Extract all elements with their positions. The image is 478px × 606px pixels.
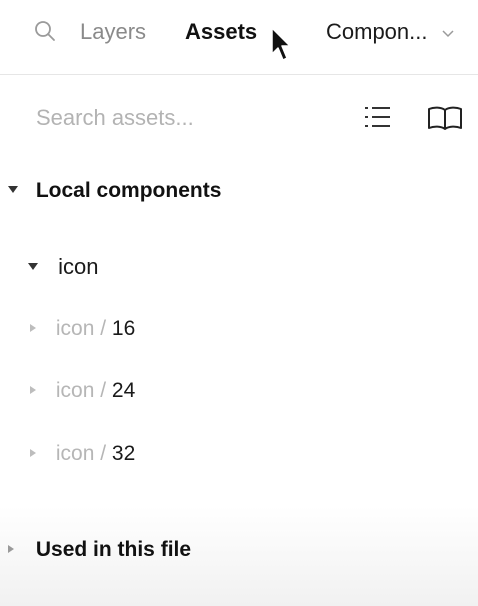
panel-tabs-bar: Layers Assets Compon... xyxy=(0,0,478,75)
search-assets-input[interactable] xyxy=(36,102,336,134)
tab-layers[interactable]: Layers xyxy=(80,19,146,45)
tab-assets[interactable]: Assets xyxy=(185,19,257,45)
component-group-icon[interactable]: icon xyxy=(28,254,98,280)
component-item-size: 16 xyxy=(111,317,136,340)
book-open-icon[interactable] xyxy=(426,106,464,130)
component-item[interactable]: icon / 24 xyxy=(30,378,135,404)
component-item-prefix: icon / xyxy=(55,442,107,465)
list-view-icon[interactable] xyxy=(364,104,392,130)
used-in-file-header[interactable]: Used in this file xyxy=(0,537,478,563)
component-item-size: 32 xyxy=(111,442,136,465)
component-item-prefix: icon / xyxy=(55,379,107,402)
component-group-label: icon xyxy=(58,254,99,279)
mouse-pointer-icon xyxy=(271,27,291,61)
caret-right-icon xyxy=(8,544,14,553)
component-item[interactable]: icon / 32 xyxy=(30,441,135,467)
component-item[interactable]: icon / 16 xyxy=(30,316,135,342)
page-select-dropdown[interactable]: Compon... xyxy=(326,19,454,45)
search-icon[interactable] xyxy=(34,20,56,42)
caret-right-icon xyxy=(30,448,36,457)
used-in-file-title: Used in this file xyxy=(35,538,192,561)
caret-down-icon xyxy=(28,263,38,271)
local-components-title: Local components xyxy=(35,179,222,202)
caret-down-icon xyxy=(8,186,18,194)
component-item-size: 24 xyxy=(111,379,136,402)
caret-right-icon xyxy=(30,385,36,394)
page-select-value: Compon... xyxy=(326,19,428,44)
local-components-header[interactable]: Local components xyxy=(0,178,478,204)
caret-right-icon xyxy=(30,323,36,332)
component-item-prefix: icon / xyxy=(55,317,107,340)
asset-search-row xyxy=(0,74,478,160)
chevron-down-icon xyxy=(442,30,454,38)
